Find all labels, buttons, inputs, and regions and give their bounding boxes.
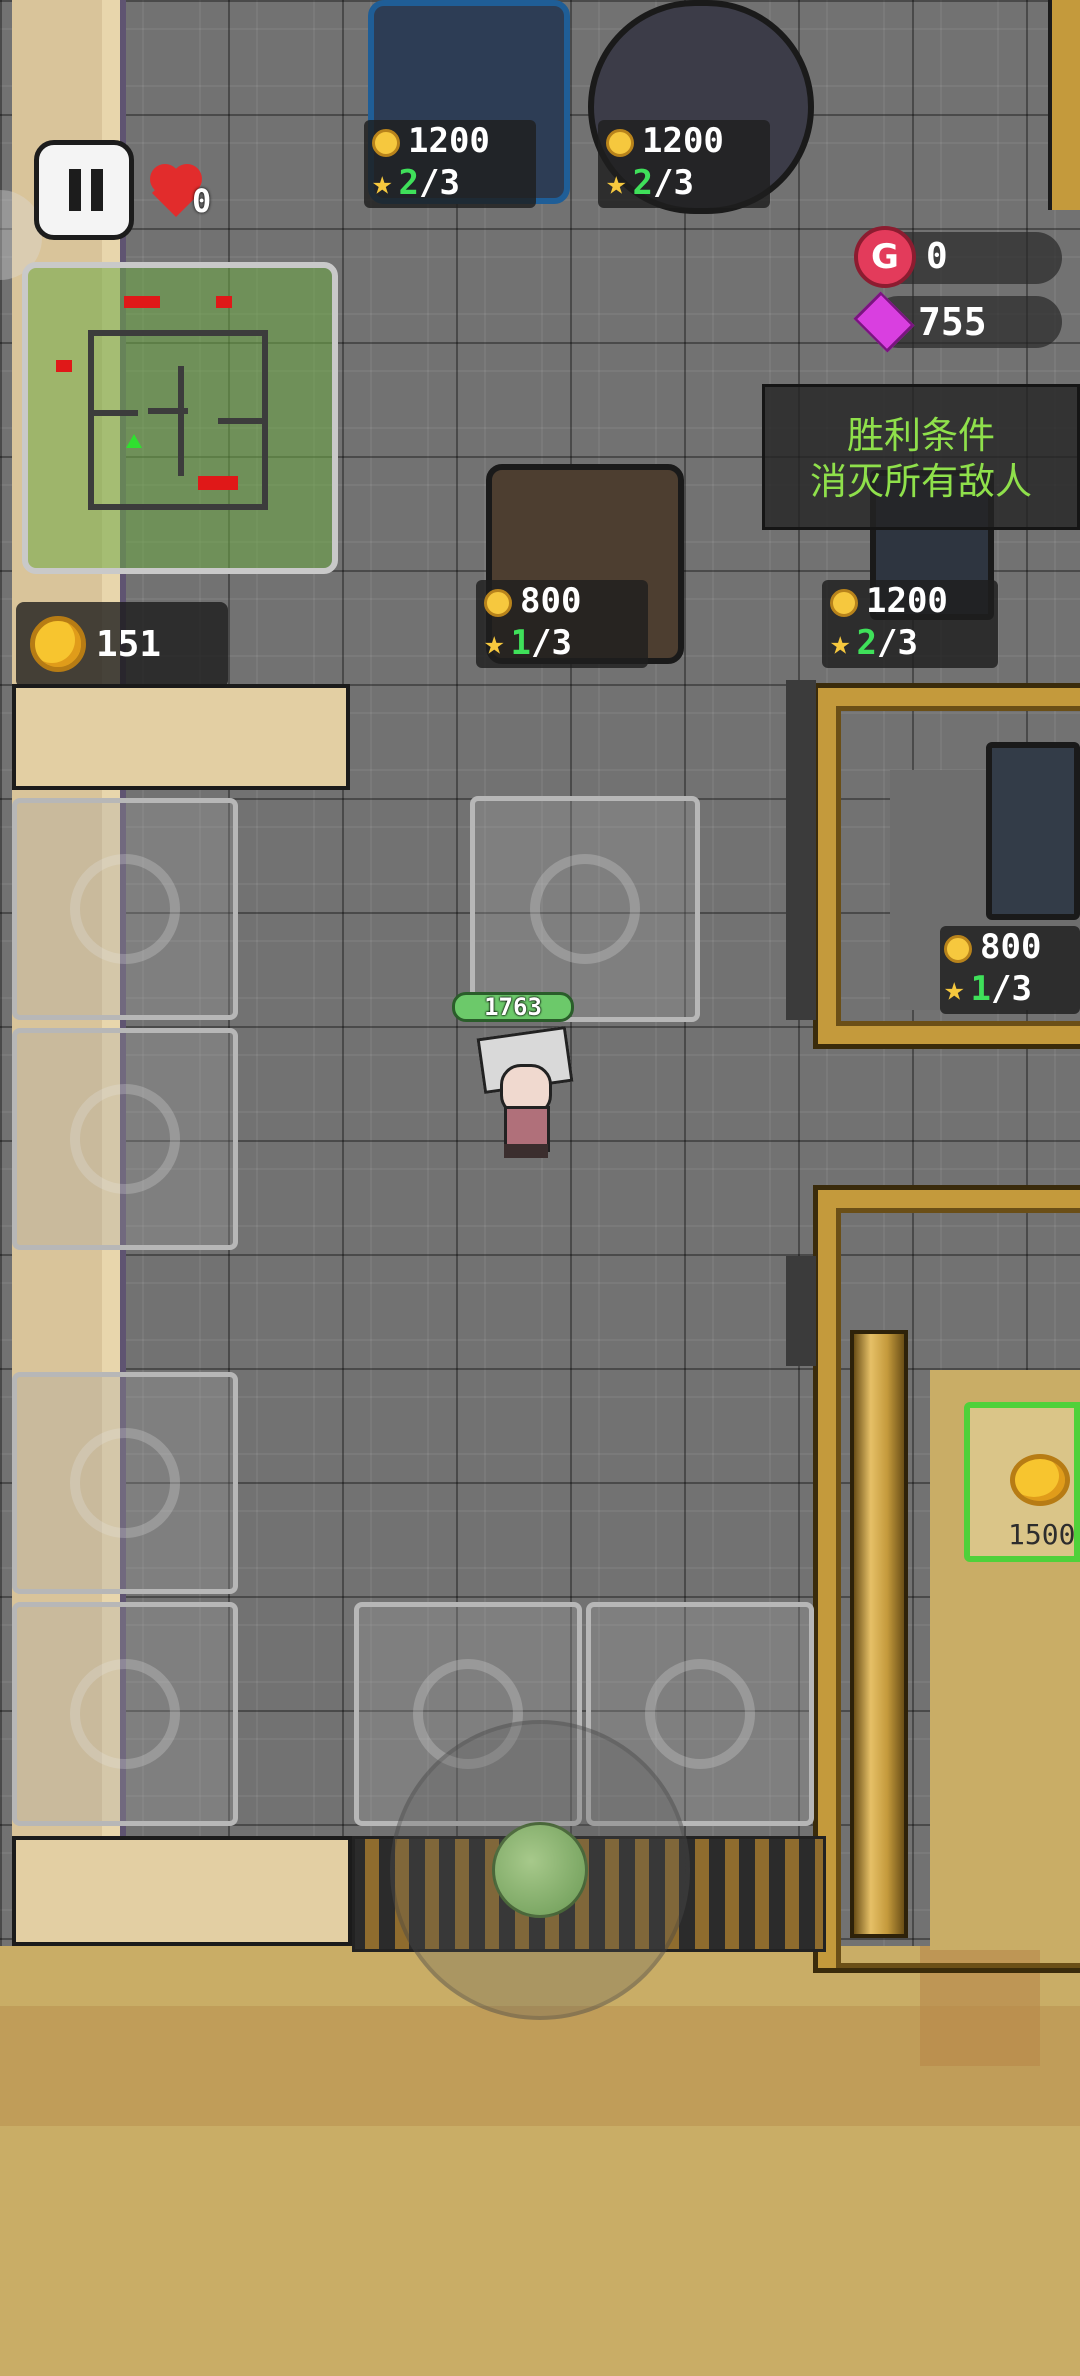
coin-icon (944, 934, 972, 963)
gem-icon (852, 291, 915, 353)
lives-count: 0 (192, 182, 212, 220)
star-icon: ★ (830, 623, 851, 663)
gold-pillar (850, 1330, 908, 1938)
gem-count: 755 (918, 300, 987, 344)
star-icon: ★ (372, 163, 393, 203)
price: 800 (520, 581, 582, 621)
coin-count: 151 (96, 624, 162, 665)
level: 2 (398, 163, 419, 203)
coin-icon (30, 616, 86, 672)
player-character (470, 1024, 576, 1162)
level: 1 (970, 969, 991, 1009)
g-coin-icon: G (854, 226, 916, 288)
price-tag: 800 ★ 1/3 (940, 926, 1080, 1014)
trap-icon (530, 854, 640, 964)
player-marker (126, 434, 142, 448)
trap-slot[interactable] (12, 1028, 238, 1250)
star-icon: ★ (606, 163, 627, 203)
max-level: 3 (551, 623, 572, 663)
price: 800 (980, 927, 1042, 967)
price-tag: 1200 ★ 2/3 (598, 120, 770, 208)
price-tag: 800 ★ 1/3 (476, 580, 648, 668)
objective-title: 胜利条件 (847, 414, 995, 457)
trap-slot[interactable] (12, 1372, 238, 1594)
victory-condition-panel: 胜利条件 消灭所有敌人 (762, 384, 1080, 530)
level: 2 (632, 163, 653, 203)
enemy-marker (56, 360, 72, 372)
enemy-marker (124, 296, 160, 308)
trap-slot[interactable] (470, 796, 700, 1022)
trap-slot[interactable] (12, 798, 238, 1020)
left-wall-ledge (12, 684, 350, 790)
objective-text: 消灭所有敌人 (810, 460, 1032, 503)
price: 1200 (866, 581, 948, 621)
max-level: 3 (439, 163, 460, 203)
level: 1 (510, 623, 531, 663)
level: 2 (856, 623, 877, 663)
coin-icon (606, 128, 634, 157)
enemy-marker (198, 476, 238, 490)
price: 1200 (642, 121, 724, 161)
pause-button[interactable] (34, 140, 134, 240)
max-level: 3 (897, 623, 918, 663)
trap-icon (645, 1659, 755, 1769)
star-icon: ★ (944, 969, 965, 1009)
pause-icon (69, 169, 81, 211)
trap-icon (70, 854, 180, 964)
price-tag: 1200 ★ 2/3 (364, 120, 536, 208)
minimap[interactable] (22, 262, 338, 574)
right-wall-top (1048, 0, 1080, 210)
price-tag: 1200 ★ 2/3 (822, 580, 998, 668)
max-level: 3 (673, 163, 694, 203)
black-strip-2 (786, 1256, 816, 1366)
star-icon: ★ (484, 623, 505, 663)
machine-right-lower[interactable] (986, 742, 1080, 920)
cart-price: 1500 (1008, 1518, 1076, 1551)
player-hp-bar: 1763 (452, 992, 574, 1022)
trap-icon (70, 1084, 180, 1194)
trap-icon (70, 1659, 180, 1769)
enemy-marker (216, 296, 232, 308)
g-currency-count: 0 (926, 236, 948, 277)
coin-icon (1010, 1454, 1070, 1506)
trap-slot[interactable] (12, 1602, 238, 1826)
trap-icon (70, 1428, 180, 1538)
coin-icon (830, 588, 858, 617)
coin-icon (372, 128, 400, 157)
price: 1200 (408, 121, 490, 161)
joystick-knob[interactable] (492, 1822, 588, 1918)
coin-icon (484, 588, 512, 617)
coin-counter: 151 (16, 602, 228, 688)
bottom-left-ledge (12, 1836, 352, 1946)
black-strip-1 (786, 680, 816, 1020)
max-level: 3 (1011, 969, 1032, 1009)
shop-cart-item[interactable]: 1500 (964, 1402, 1080, 1562)
